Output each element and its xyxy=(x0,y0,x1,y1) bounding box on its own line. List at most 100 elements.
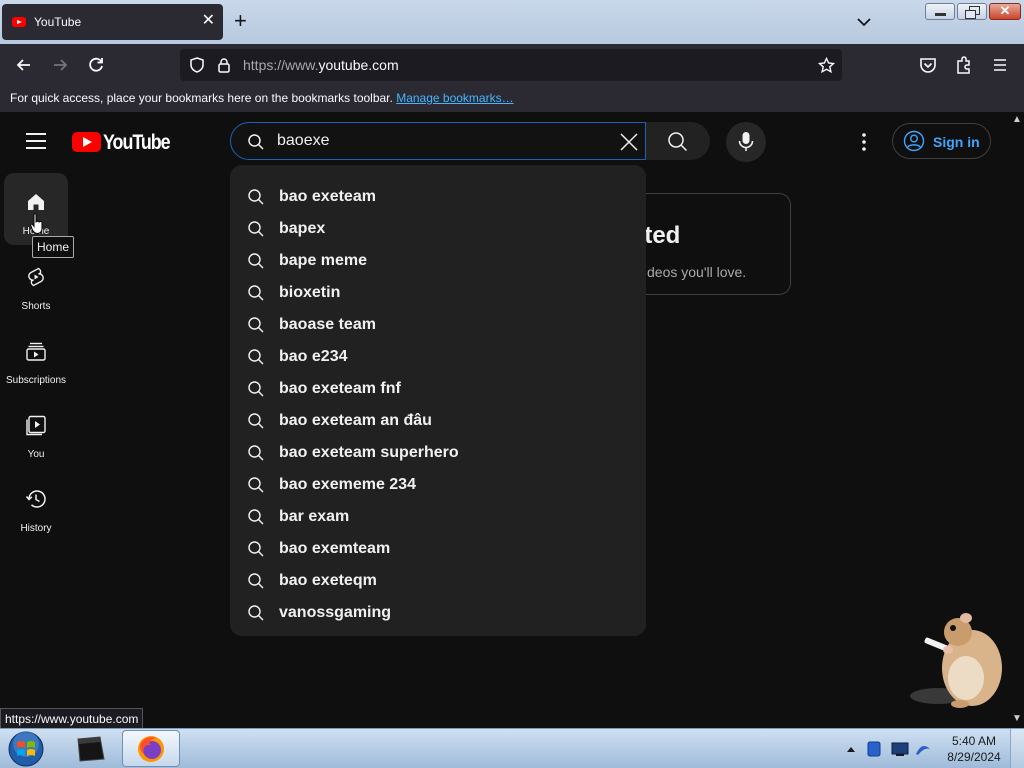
terminal-app-icon xyxy=(77,736,105,762)
browser-tab-strip: YouTube ✕ + xyxy=(0,0,1024,44)
suggestion-item[interactable]: bao exeteqm xyxy=(230,565,646,597)
search-button-icon xyxy=(668,132,688,152)
suggestion-item[interactable]: vanossgaming xyxy=(230,597,646,629)
search-icon xyxy=(248,253,264,269)
system-tray-icons[interactable] xyxy=(844,739,944,759)
search-icon xyxy=(248,189,264,205)
new-tab-button[interactable]: + xyxy=(234,9,247,33)
suggestion-item[interactable]: bao exemteam xyxy=(230,533,646,565)
browser-tab-youtube[interactable]: YouTube ✕ xyxy=(2,4,223,40)
page-scrollbar[interactable]: ▲ ▼ xyxy=(1010,112,1024,728)
youtube-page: YouTube Sign in xyxy=(0,112,1010,728)
scroll-up-arrow-icon[interactable]: ▲ xyxy=(1012,114,1022,125)
firefox-icon xyxy=(138,736,164,762)
windows-taskbar: 5:40 AM 8/29/2024 xyxy=(0,728,1024,768)
address-bar[interactable]: https://www.youtube.com xyxy=(180,49,842,81)
list-all-tabs-icon[interactable] xyxy=(854,12,874,32)
app-menu-hamburger-icon[interactable] xyxy=(989,54,1011,76)
scroll-down-arrow-icon[interactable]: ▼ xyxy=(1012,713,1022,724)
tracking-protection-shield-icon[interactable] xyxy=(189,57,205,73)
link-status-url: https://www.youtube.com xyxy=(0,708,144,728)
clear-search-icon[interactable] xyxy=(619,132,639,152)
suggestion-text: baoase team xyxy=(279,316,376,333)
settings-more-icon[interactable] xyxy=(853,131,875,153)
history-icon xyxy=(25,490,46,508)
voice-search-button[interactable] xyxy=(726,122,766,162)
youtube-wordmark: YouTube xyxy=(103,131,171,154)
suggestion-text: bar exam xyxy=(279,508,350,525)
search-box[interactable] xyxy=(230,122,646,160)
search-icon xyxy=(248,445,264,461)
suggestion-text: bao exeteam an đâu xyxy=(279,412,432,429)
hand-cursor-icon xyxy=(30,213,43,235)
suggestion-item[interactable]: bapex xyxy=(230,213,646,245)
microphone-icon xyxy=(738,132,754,151)
back-arrow-icon[interactable] xyxy=(13,54,35,76)
search-icon xyxy=(248,509,264,525)
taskbar-clock[interactable]: 5:40 AM 8/29/2024 xyxy=(944,733,1004,765)
search-icon xyxy=(248,381,264,397)
suggestion-item[interactable]: bao e234 xyxy=(230,341,646,373)
url-text: https://www.youtube.com xyxy=(243,57,399,73)
search-button[interactable] xyxy=(646,122,710,160)
clock-time: 5:40 AM xyxy=(951,734,997,748)
search-suggestions-dropdown: bao exeteam bapex bape meme bioxetin bao… xyxy=(230,165,646,636)
bookmark-star-icon[interactable] xyxy=(818,57,835,74)
sign-in-button[interactable]: Sign in xyxy=(892,123,991,159)
search-icon xyxy=(248,573,264,589)
windows-start-orb-icon[interactable] xyxy=(6,730,46,768)
you-icon xyxy=(26,415,46,436)
taskbar-terminal-app[interactable] xyxy=(62,730,120,767)
suggestion-item[interactable]: bioxetin xyxy=(230,277,646,309)
search-icon xyxy=(248,477,264,493)
subscriptions-icon xyxy=(26,342,46,361)
suggestion-item[interactable]: bao exememe 234 xyxy=(230,469,646,501)
sidebar-item-history[interactable]: History xyxy=(4,470,68,542)
card-text: deos you'll love. xyxy=(647,264,747,280)
suggestion-item[interactable]: bao exeteam an đâu xyxy=(230,405,646,437)
search-icon xyxy=(248,541,264,557)
suggestion-text: bao exeteam fnf xyxy=(279,380,401,397)
home-tooltip: Home xyxy=(32,236,75,258)
search-input[interactable] xyxy=(277,131,597,151)
close-tab-icon[interactable]: ✕ xyxy=(202,12,215,30)
clock-date: 8/29/2024 xyxy=(947,750,1001,764)
suggestion-text: vanossgaming xyxy=(279,604,392,621)
suggestion-text: bapex xyxy=(279,220,326,237)
search-icon xyxy=(248,285,264,301)
bookmarks-hint-text: For quick access, place your bookmarks h… xyxy=(10,91,393,105)
suggestion-item[interactable]: bao exeteam superhero xyxy=(230,437,646,469)
window-close-button[interactable] xyxy=(989,3,1021,20)
sidebar-label-subscriptions: Subscriptions xyxy=(5,375,67,386)
window-restore-button[interactable] xyxy=(957,3,987,20)
sidebar-label-you: You xyxy=(27,449,45,460)
sidebar-item-shorts[interactable]: Shorts xyxy=(4,248,68,320)
suggestion-item[interactable]: bar exam xyxy=(230,501,646,533)
suggestion-item[interactable]: bao exeteam fnf xyxy=(230,373,646,405)
search-icon xyxy=(248,221,264,237)
suggestion-item[interactable]: bape meme xyxy=(230,245,646,277)
suggestion-text: bao exeteqm xyxy=(279,572,377,589)
search-icon xyxy=(248,349,264,365)
reload-icon[interactable] xyxy=(85,54,107,76)
forward-arrow-icon[interactable] xyxy=(49,54,71,76)
taskbar-firefox-app[interactable] xyxy=(122,730,180,767)
pocket-icon[interactable] xyxy=(917,54,939,76)
suggestion-text: bao exemteam xyxy=(279,540,391,557)
window-minimize-button[interactable] xyxy=(925,3,955,20)
hamster-mascot-image xyxy=(910,613,1002,708)
sidebar-item-subscriptions[interactable]: Subscriptions xyxy=(4,322,68,394)
home-icon xyxy=(28,194,44,210)
manage-bookmarks-link[interactable]: Manage bookmarks… xyxy=(396,91,513,105)
suggestion-item[interactable]: bao exeteam xyxy=(230,181,646,213)
suggestion-text: bao exeteam superhero xyxy=(279,444,459,461)
sidebar-label-shorts: Shorts xyxy=(21,301,51,312)
extensions-puzzle-icon[interactable] xyxy=(953,54,975,76)
guide-menu-icon[interactable] xyxy=(26,133,46,149)
browser-navigation-bar: https://www.youtube.com xyxy=(0,44,1024,86)
suggestion-item[interactable]: baoase team xyxy=(230,309,646,341)
lock-icon[interactable] xyxy=(217,57,231,73)
sidebar-item-you[interactable]: You xyxy=(4,396,68,468)
show-desktop-button[interactable] xyxy=(1010,729,1024,768)
search-icon xyxy=(248,134,264,150)
